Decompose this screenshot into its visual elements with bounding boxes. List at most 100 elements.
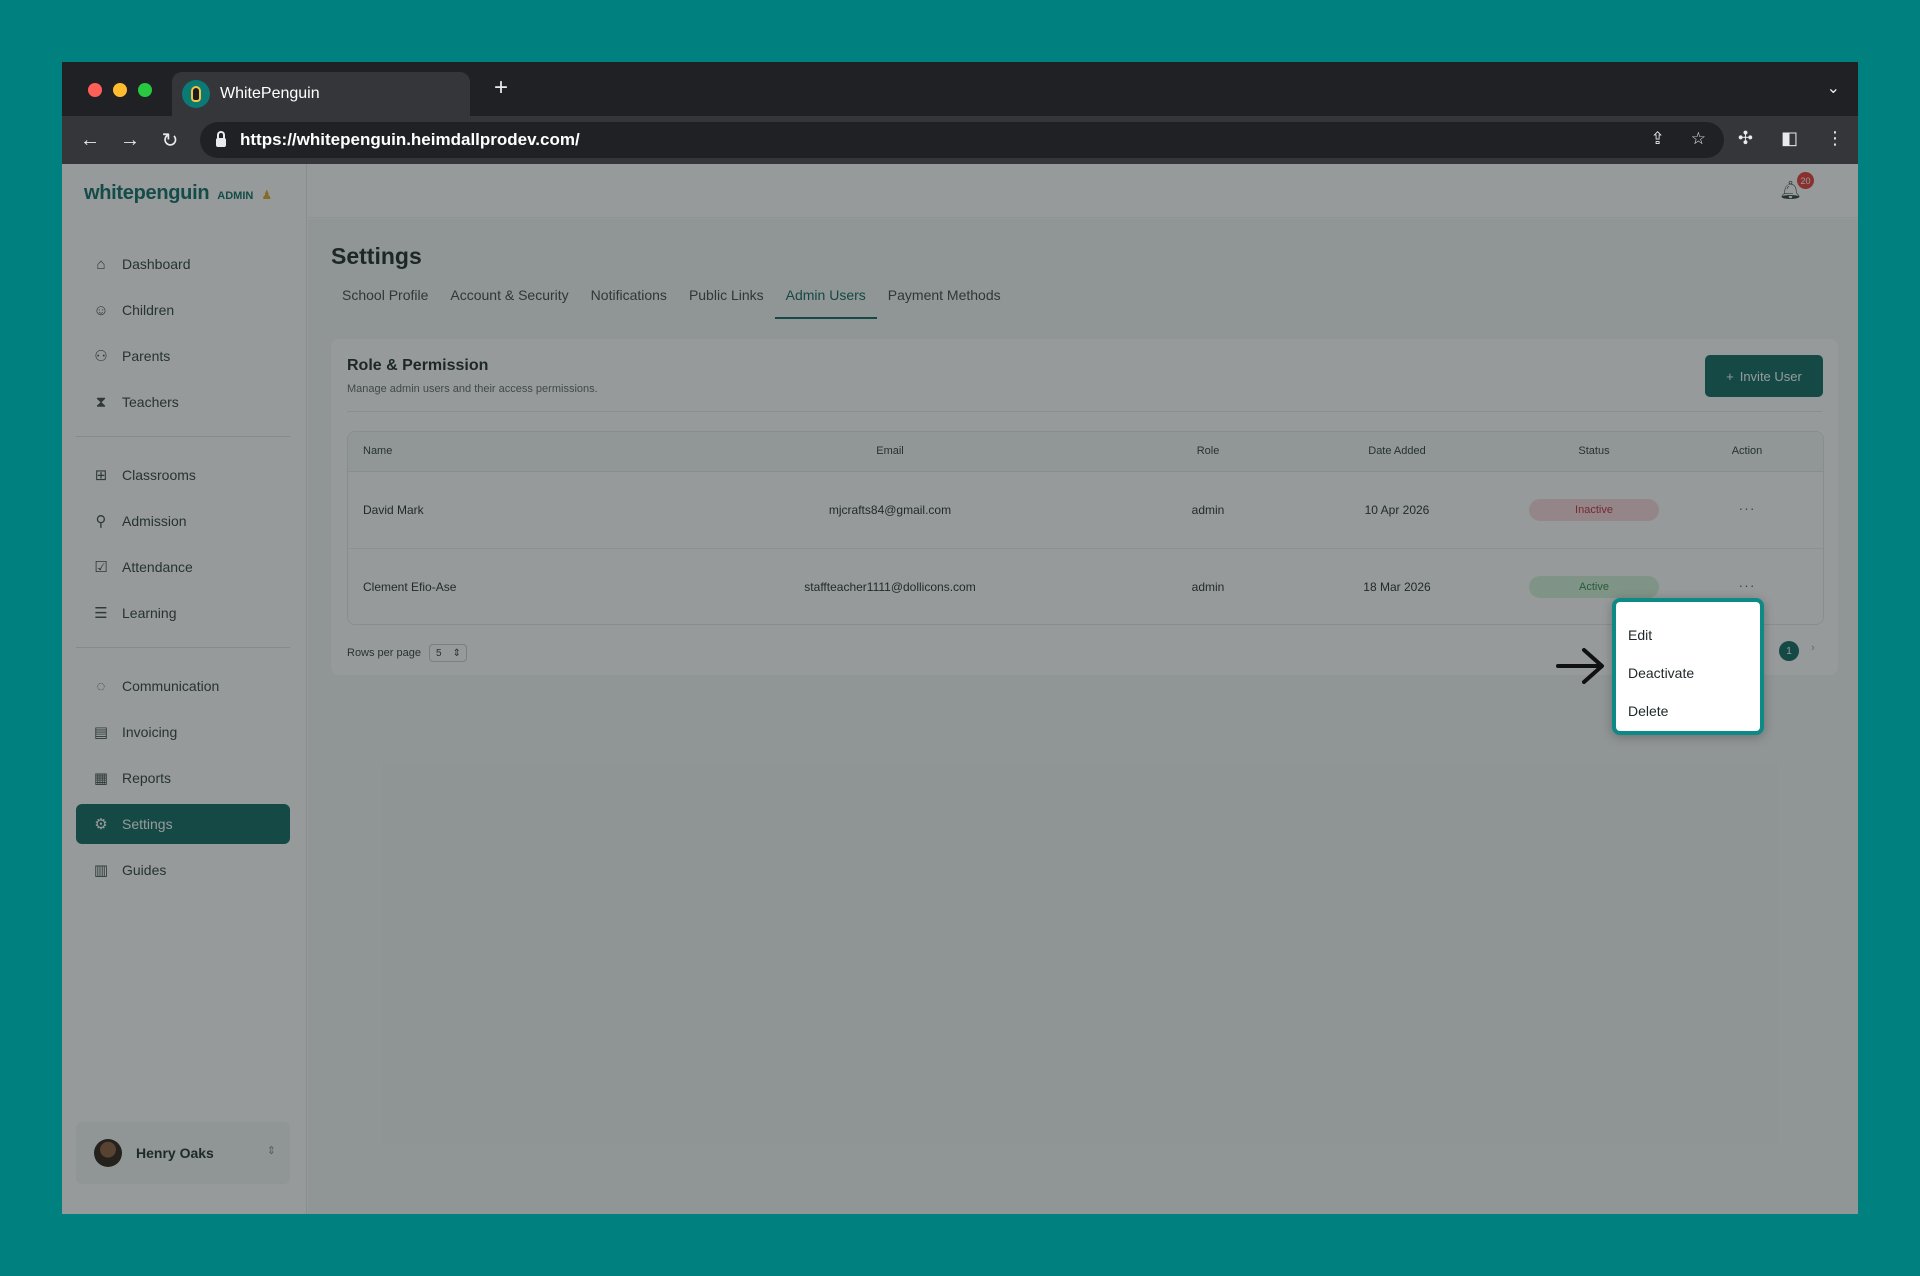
sidebar-item-attendance[interactable]: ☑ Attendance xyxy=(76,547,290,587)
user-plus-icon: ⚲ xyxy=(95,513,107,530)
menu-item-edit[interactable]: Edit xyxy=(1616,616,1760,654)
brand-logo: whitepenguin xyxy=(84,182,210,204)
sidebar-item-label: Attendance xyxy=(122,559,193,575)
sidebar-item-label: Reports xyxy=(122,770,172,786)
browser-menu-icon[interactable]: ⋮ xyxy=(1826,128,1844,149)
user-name: Henry Oaks xyxy=(136,1145,214,1161)
cell-date-added: 10 Apr 2026 xyxy=(1364,503,1430,517)
sidebar-item-label: Settings xyxy=(122,816,173,832)
receipt-icon: ▤ xyxy=(93,724,109,741)
rows-per-page-select[interactable]: 5 ⇕ xyxy=(429,644,467,662)
sidebar-item-label: Invoicing xyxy=(122,724,178,740)
card-divider xyxy=(347,411,1822,412)
nav-divider xyxy=(76,647,290,648)
column-header-email: Email xyxy=(876,445,904,457)
grid-icon: ⊞ xyxy=(94,467,108,484)
sidebar-item-children[interactable]: ☺ Children xyxy=(76,290,290,330)
sidebar-item-settings[interactable]: ⚙ Settings xyxy=(76,804,290,844)
cell-date-added: 18 Mar 2026 xyxy=(1363,580,1431,594)
row-action-menu: Edit Deactivate Delete xyxy=(1612,598,1764,735)
menu-item-deactivate[interactable]: Deactivate xyxy=(1616,654,1760,692)
sidebar-item-guides[interactable]: ▥ Guides xyxy=(76,850,290,890)
back-arrow-icon[interactable]: ← xyxy=(70,129,110,152)
top-bar: 🔔︎ 20 xyxy=(308,164,1858,218)
chevron-down-icon[interactable]: ⌄ xyxy=(1827,78,1840,98)
sidebar-item-dashboard[interactable]: ⌂ Dashboard xyxy=(76,244,290,284)
admin-users-table: Name Email Role Date Added Status Action… xyxy=(347,431,1824,625)
admin-user-icon: ♟ xyxy=(261,188,273,202)
browser-window: WhitePenguin + ⌄ ← → ↻ https://whitepeng… xyxy=(62,62,1858,1214)
sidebar-item-label: Learning xyxy=(122,605,177,621)
browser-tab[interactable]: WhitePenguin xyxy=(172,72,470,116)
brand[interactable]: whitepenguin ADMIN ♟ xyxy=(84,182,272,205)
status-badge: Inactive xyxy=(1529,499,1659,521)
close-window-button[interactable] xyxy=(88,83,102,97)
sidebar-item-communication[interactable]: ◌ Communication xyxy=(76,666,290,706)
next-page-chevron-icon[interactable]: › xyxy=(1811,642,1815,654)
menu-item-delete[interactable]: Delete xyxy=(1616,692,1760,730)
column-header-date-added: Date Added xyxy=(1368,445,1426,457)
home-icon: ⌂ xyxy=(96,255,106,273)
sidebar-item-reports[interactable]: ▦ Reports xyxy=(76,758,290,798)
invite-user-button[interactable]: + Invite User xyxy=(1705,355,1823,397)
penguin-favicon-icon xyxy=(182,80,210,108)
sidebar-nav: ⌂ Dashboard ☺ Children ⚇ Parents ⧗ Teach… xyxy=(76,244,290,896)
new-tab-button[interactable]: + xyxy=(494,74,508,102)
chat-icon: ◌ xyxy=(96,677,106,695)
side-panel-icon[interactable]: ◧ xyxy=(1781,128,1798,149)
lock-icon xyxy=(216,131,226,147)
forward-arrow-icon[interactable]: → xyxy=(110,129,150,152)
card-title: Role & Permission xyxy=(347,357,489,374)
chevron-up-down-icon: ⇕ xyxy=(266,1145,276,1157)
rows-per-page-label: Rows per page xyxy=(347,647,421,659)
check-square-icon: ☑ xyxy=(94,559,108,576)
open-book-icon: ▥ xyxy=(93,862,109,879)
chart-icon: ▦ xyxy=(93,770,109,787)
bookmark-star-icon[interactable]: ☆ xyxy=(1691,129,1706,149)
sidebar-item-label: Children xyxy=(122,302,175,318)
row-actions-button[interactable]: ··· xyxy=(1739,500,1756,516)
nav-divider xyxy=(76,436,290,437)
users-icon: ⚇ xyxy=(94,348,108,365)
sidebar-item-learning[interactable]: ☰ Learning xyxy=(76,593,290,633)
minimize-window-button[interactable] xyxy=(113,83,127,97)
settings-tabs: School Profile Account & Security Notifi… xyxy=(331,287,1012,319)
address-bar[interactable]: https://whitepenguin.heimdallprodev.com/… xyxy=(200,122,1724,158)
cell-name: Clement Efio-Ase xyxy=(363,580,457,594)
status-badge: Active xyxy=(1529,576,1659,598)
tab-school-profile[interactable]: School Profile xyxy=(331,287,439,319)
browser-tab-title: WhitePenguin xyxy=(220,85,320,102)
sidebar-item-classrooms[interactable]: ⊞ Classrooms xyxy=(76,455,290,495)
page-button-current[interactable]: 1 xyxy=(1779,641,1799,661)
book-list-icon: ☰ xyxy=(94,605,108,622)
sidebar-item-admission[interactable]: ⚲ Admission xyxy=(76,501,290,541)
rows-per-page-value: 5 xyxy=(436,647,442,659)
sidebar-item-label: Parents xyxy=(122,348,171,364)
reload-icon[interactable]: ↻ xyxy=(150,128,190,153)
rows-per-page: Rows per page 5 ⇕ xyxy=(347,644,467,662)
row-actions-button[interactable]: ··· xyxy=(1739,577,1756,593)
pointer-arrow-icon xyxy=(1556,648,1604,684)
page-title: Settings xyxy=(331,243,422,269)
browser-tab-bar: WhitePenguin + ⌄ xyxy=(62,62,1858,116)
tab-admin-users[interactable]: Admin Users xyxy=(774,287,877,319)
maximize-window-button[interactable] xyxy=(138,83,152,97)
sidebar-item-parents[interactable]: ⚇ Parents xyxy=(76,336,290,376)
avatar xyxy=(94,1139,122,1167)
app-root: whitepenguin ADMIN ♟ ⌂ Dashboard ☺ Child… xyxy=(62,164,1858,1214)
child-icon: ☺ xyxy=(93,301,109,319)
select-chevron-icon: ⇕ xyxy=(452,647,461,659)
notification-badge: 20 xyxy=(1797,172,1814,189)
extensions-puzzle-icon[interactable]: ✣ xyxy=(1738,128,1753,149)
share-icon[interactable]: ⇪ xyxy=(1651,129,1665,149)
tab-account-security[interactable]: Account & Security xyxy=(439,287,579,319)
tab-public-links[interactable]: Public Links xyxy=(678,287,775,319)
sidebar-item-teachers[interactable]: ⧗ Teachers xyxy=(76,382,290,422)
tab-notifications[interactable]: Notifications xyxy=(580,287,678,319)
table-header: Name Email Role Date Added Status Action xyxy=(348,432,1823,472)
sidebar-item-invoicing[interactable]: ▤ Invoicing xyxy=(76,712,290,752)
cell-email: staffteacher1111@dollicons.com xyxy=(804,580,976,594)
tab-payment-methods[interactable]: Payment Methods xyxy=(877,287,1012,319)
user-menu[interactable]: Henry Oaks ⇕ xyxy=(76,1122,290,1184)
invite-user-label: Invite User xyxy=(1739,368,1802,384)
